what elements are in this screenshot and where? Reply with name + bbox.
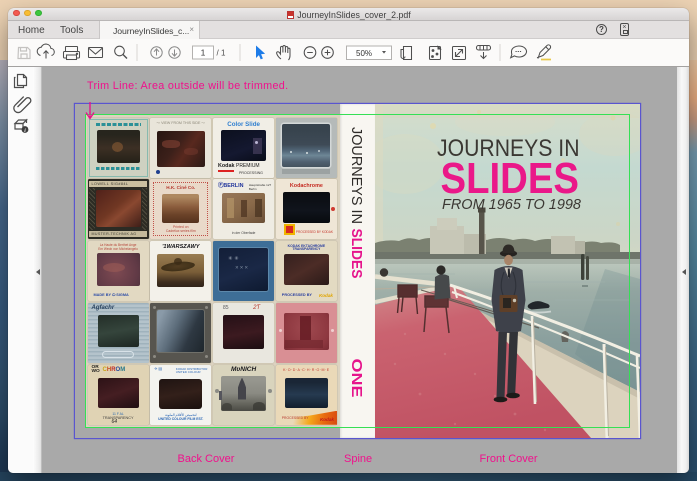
- svg-text:FROM 1965 TO 1998: FROM 1965 TO 1998: [442, 196, 582, 213]
- svg-text:1: 1: [201, 48, 206, 58]
- svg-text:SLIDES: SLIDES: [348, 228, 365, 278]
- svg-text:50%: 50%: [356, 49, 372, 58]
- svg-text:/ 1: / 1: [217, 48, 226, 57]
- svg-text:ONE: ONE: [348, 358, 365, 397]
- svg-text:JOURNEYS IN: JOURNEYS IN: [348, 127, 365, 224]
